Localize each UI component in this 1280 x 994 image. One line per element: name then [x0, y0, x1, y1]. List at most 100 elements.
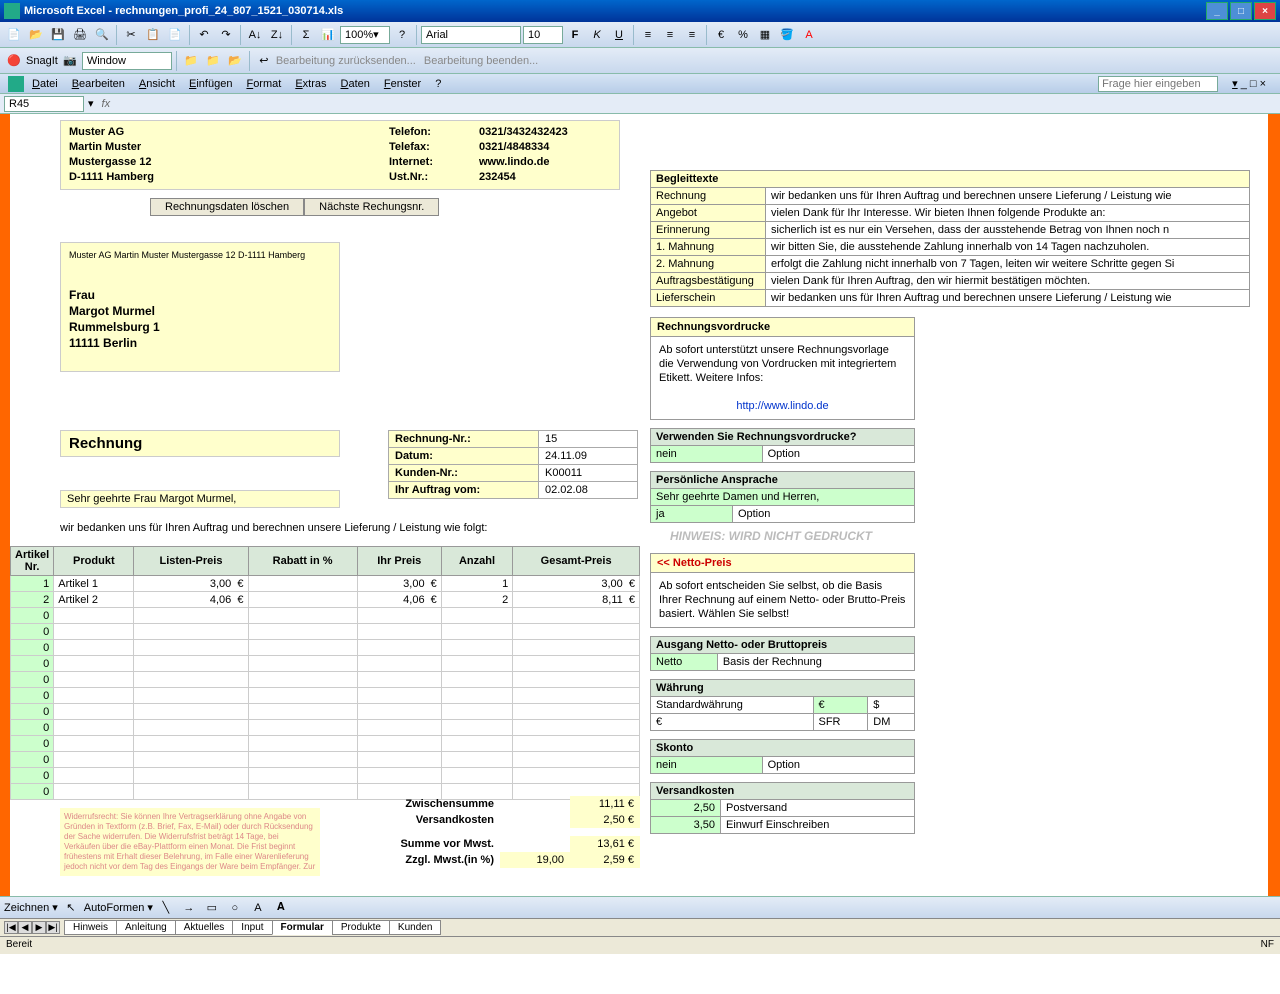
line-icon[interactable]: ╲	[156, 898, 176, 918]
sheet-tab-formular[interactable]: Formular	[272, 920, 333, 935]
netto-value[interactable]: Netto	[651, 654, 718, 671]
align-left-icon[interactable]: ≡	[638, 25, 658, 45]
help-search[interactable]	[1098, 76, 1218, 92]
item-nr-cell[interactable]: 0	[11, 736, 54, 752]
clear-invoice-button[interactable]: Rechnungsdaten löschen	[150, 198, 304, 216]
personal-value[interactable]: ja	[651, 506, 733, 523]
help-icon[interactable]: ?	[392, 25, 412, 45]
item-nr-cell[interactable]: 0	[11, 752, 54, 768]
sheet-tab-kunden[interactable]: Kunden	[389, 920, 441, 935]
item-nr-cell[interactable]: 0	[11, 672, 54, 688]
tab-first-icon[interactable]: |◀	[4, 921, 18, 934]
menu-fenster[interactable]: Fenster	[378, 76, 427, 92]
snagit-capture-icon[interactable]: 📷	[60, 51, 80, 71]
item-nr-cell[interactable]: 0	[11, 624, 54, 640]
begleit-val[interactable]: vielen Dank für Ihr Interesse. Wir biete…	[766, 205, 1250, 222]
item-nr-cell[interactable]: 0	[11, 704, 54, 720]
sheet-tab-anleitung[interactable]: Anleitung	[116, 920, 176, 935]
item-nr-cell[interactable]: 2	[11, 592, 54, 608]
begleit-key[interactable]: 2. Mahnung	[651, 256, 766, 273]
begleit-val[interactable]: wir bedanken uns für Ihren Auftrag und b…	[766, 290, 1250, 307]
folder3-icon[interactable]: 📂	[225, 51, 245, 71]
invoice-date-cell[interactable]: 24.11.09	[539, 448, 638, 465]
name-box[interactable]: R45	[4, 96, 84, 112]
folder1-icon[interactable]: 📁	[181, 51, 201, 71]
snagit-icon[interactable]: 🔴	[4, 51, 24, 71]
excel-menu-icon[interactable]	[8, 76, 24, 92]
autoformen-menu[interactable]: AutoFormen	[84, 902, 145, 914]
save-icon[interactable]: 💾	[48, 25, 68, 45]
use-vordrucke-value[interactable]: nein	[651, 446, 763, 463]
tab-last-icon[interactable]: ▶|	[46, 921, 60, 934]
next-invoice-button[interactable]: Nächste Rechungsnr.	[304, 198, 439, 216]
item-nr-cell[interactable]: 0	[11, 768, 54, 784]
menu-bearbeiten[interactable]: Bearbeiten	[66, 76, 131, 92]
arrow-icon[interactable]: →	[179, 898, 199, 918]
currency-icon[interactable]: €	[711, 25, 731, 45]
borders-icon[interactable]: ▦	[755, 25, 775, 45]
menu-hilfe[interactable]: ?	[429, 76, 447, 92]
menu-einfuegen[interactable]: Einfügen	[183, 76, 238, 92]
fillcolor-icon[interactable]: 🪣	[777, 25, 797, 45]
review-end-label[interactable]: Bearbeitung beenden...	[424, 55, 538, 67]
document-type[interactable]: Rechnung	[60, 430, 340, 457]
redo-icon[interactable]: ↷	[216, 25, 236, 45]
new-icon[interactable]: 📄	[4, 25, 24, 45]
begleit-val[interactable]: wir bitten Sie, die ausstehende Zahlung …	[766, 239, 1250, 256]
chart-icon[interactable]: 📊	[318, 25, 338, 45]
begleit-val[interactable]: sicherlich ist es nur ein Versehen, dass…	[766, 222, 1250, 239]
fontsize-combo[interactable]: 10	[523, 26, 563, 44]
pointer-icon[interactable]: ↖	[61, 898, 81, 918]
invoice-nr-cell[interactable]: 15	[539, 431, 638, 448]
begleit-key[interactable]: Lieferschein	[651, 290, 766, 307]
oval-icon[interactable]: ○	[225, 898, 245, 918]
skonto-value[interactable]: nein	[651, 757, 763, 774]
folder2-icon[interactable]: 📁	[203, 51, 223, 71]
align-right-icon[interactable]: ≡	[682, 25, 702, 45]
percent-icon[interactable]: %	[733, 25, 753, 45]
tab-prev-icon[interactable]: ◀	[18, 921, 32, 934]
bold-icon[interactable]: F	[565, 25, 585, 45]
menu-datei[interactable]: Datei	[26, 76, 64, 92]
help-input[interactable]	[1098, 76, 1218, 92]
sum-icon[interactable]: Σ	[296, 25, 316, 45]
item-prod-cell[interactable]: Artikel 2	[54, 592, 134, 608]
menu-extras[interactable]: Extras	[289, 76, 332, 92]
item-nr-cell[interactable]: 0	[11, 640, 54, 656]
sheet-tab-aktuelles[interactable]: Aktuelles	[175, 920, 234, 935]
greeting[interactable]: Sehr geehrte Frau Margot Murmel,	[60, 490, 340, 508]
undo-icon[interactable]: ↶	[194, 25, 214, 45]
begleit-key[interactable]: Rechnung	[651, 188, 766, 205]
begleit-key[interactable]: Angebot	[651, 205, 766, 222]
menu-format[interactable]: Format	[240, 76, 287, 92]
address-block[interactable]: Muster AG Martin Muster Mustergasse 12 D…	[60, 242, 340, 372]
maximize-button[interactable]: □	[1230, 2, 1252, 20]
font-combo[interactable]: Arial	[421, 26, 521, 44]
sheet-tab-produkte[interactable]: Produkte	[332, 920, 390, 935]
review-send-icon[interactable]: ↩	[254, 51, 274, 71]
textbox-icon[interactable]: A	[248, 898, 268, 918]
tab-next-icon[interactable]: ▶	[32, 921, 46, 934]
preview-icon[interactable]: 🔍	[92, 25, 112, 45]
zeichnen-menu[interactable]: Zeichnen	[4, 902, 49, 914]
item-prod-cell[interactable]: Artikel 1	[54, 576, 134, 592]
fontcolor-icon[interactable]: A	[799, 25, 819, 45]
begleit-key[interactable]: Auftragsbestätigung	[651, 273, 766, 290]
underline-icon[interactable]: U	[609, 25, 629, 45]
close-button[interactable]: ×	[1254, 2, 1276, 20]
cut-icon[interactable]: ✂	[121, 25, 141, 45]
sheet-tab-input[interactable]: Input	[232, 920, 272, 935]
fx-icon[interactable]: fx	[102, 98, 111, 110]
paste-icon[interactable]: 📄	[165, 25, 185, 45]
review-send-label[interactable]: Bearbeitung zurücksenden...	[276, 55, 416, 67]
align-center-icon[interactable]: ≡	[660, 25, 680, 45]
minimize-button[interactable]: _	[1206, 2, 1228, 20]
item-nr-cell[interactable]: 0	[11, 608, 54, 624]
item-nr-cell[interactable]: 0	[11, 784, 54, 800]
menu-daten[interactable]: Daten	[335, 76, 376, 92]
begleit-val[interactable]: wir bedanken uns für Ihren Auftrag und b…	[766, 188, 1250, 205]
italic-icon[interactable]: K	[587, 25, 607, 45]
open-icon[interactable]: 📂	[26, 25, 46, 45]
item-nr-cell[interactable]: 0	[11, 688, 54, 704]
rect-icon[interactable]: ▭	[202, 898, 222, 918]
